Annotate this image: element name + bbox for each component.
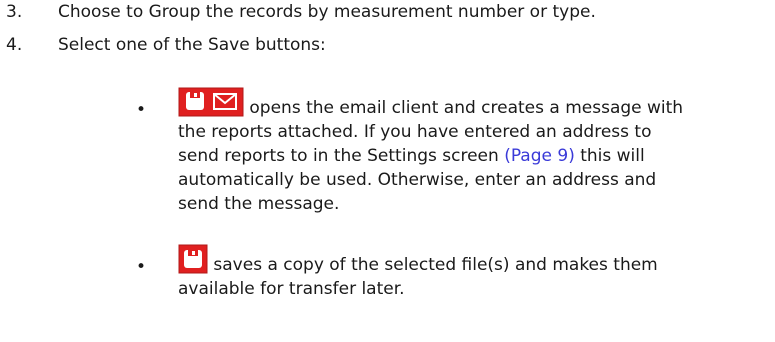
bullet-marker: • [136, 257, 147, 277]
bullet-email-description: opens the email client and creates a mes… [178, 87, 775, 216]
text-line: saves a copy of the selected file(s) and… [208, 255, 658, 275]
save-email-icon [178, 87, 244, 117]
text-line: send reports to in the Settings screen [178, 146, 505, 166]
text-line: available for transfer later. [178, 279, 405, 299]
bullet-marker: • [136, 100, 147, 120]
save-icon [178, 244, 208, 274]
text-line: automatically be used. Otherwise, enter … [178, 170, 657, 190]
step-text: Choose to Group the records by measureme… [58, 2, 596, 22]
page-link[interactable]: (Page 9) [504, 146, 575, 166]
text-line: the reports attached. If you have entere… [178, 122, 652, 142]
step-number: 4. [6, 35, 23, 55]
bullet-save-description: saves a copy of the selected file(s) and… [178, 244, 775, 301]
step-text: Select one of the Save buttons: [58, 35, 326, 55]
text-line: opens the email client and creates a mes… [244, 98, 684, 118]
step-number: 3. [6, 2, 23, 22]
text-line: this will [574, 146, 645, 166]
text-line: send the message. [178, 194, 340, 214]
